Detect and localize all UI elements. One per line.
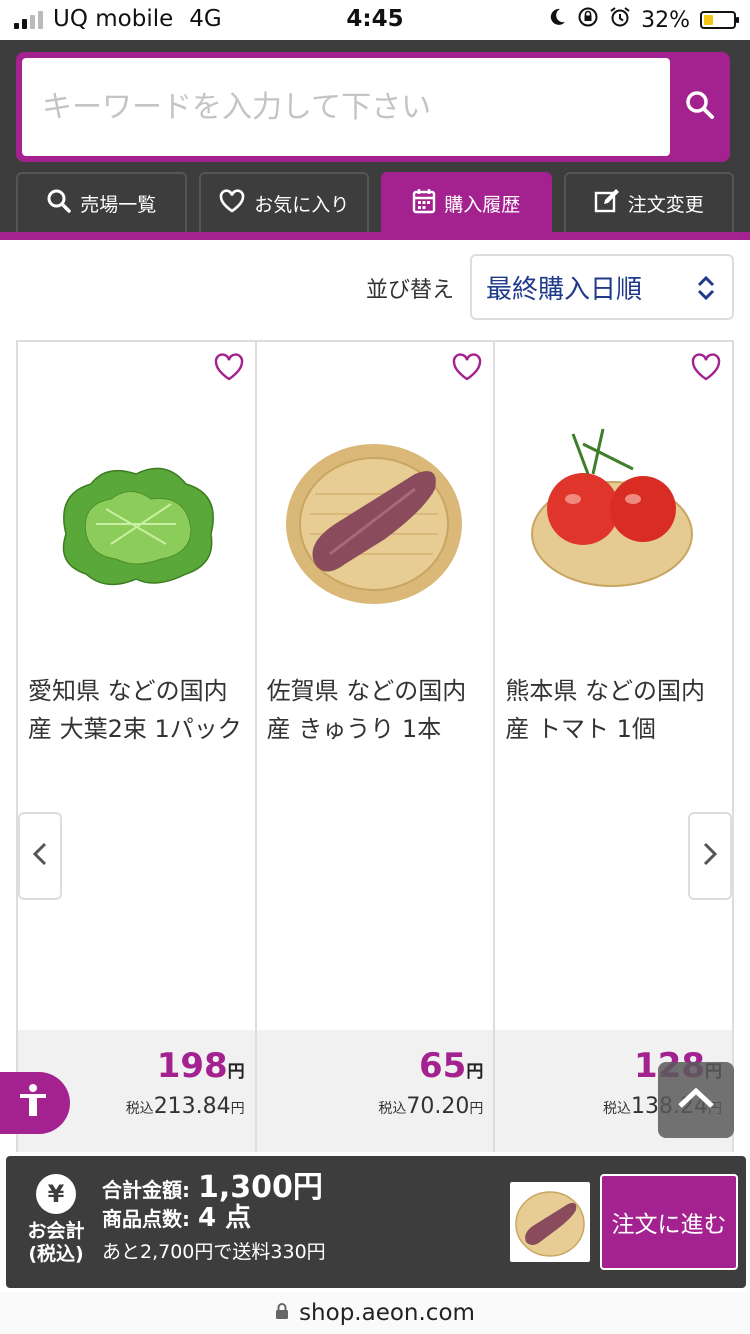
chevron-left-icon: [32, 841, 48, 871]
cart-product-thumbnail[interactable]: [510, 1182, 590, 1262]
tab-label: 購入履歴: [444, 193, 521, 216]
price: 65円: [419, 1046, 483, 1086]
tab-label: 売場一覧: [80, 193, 157, 216]
lock-icon: [275, 1300, 289, 1326]
product-name[interactable]: 佐賀県 などの国内産 きゅうり 1本: [267, 672, 485, 748]
product-name[interactable]: 愛知県 などの国内産 大葉2束 1パック: [28, 672, 246, 748]
product-image[interactable]: [275, 414, 473, 634]
heart-icon[interactable]: [451, 352, 483, 386]
product-name[interactable]: 熊本県 などの国内産 トマト 1個: [505, 672, 723, 748]
total-label: 合計金額:: [102, 1178, 190, 1202]
search-button[interactable]: [670, 52, 730, 162]
carousel-prev-button[interactable]: [18, 812, 62, 900]
price-value: 198: [156, 1046, 228, 1086]
cart-bar: ¥ お会計 (税込) 合計金額: 1,300円 商品点数: 4 点 あと2,70…: [6, 1156, 746, 1288]
price: 198円: [157, 1046, 245, 1086]
yen-unit: 円: [469, 1101, 484, 1117]
chevron-right-icon: [702, 841, 718, 871]
search-icon: [684, 89, 716, 125]
product-carousel: 愛知県 などの国内産 大葉2束 1パック 198円 税込213.84円 佐賀県 …: [16, 340, 734, 1152]
accessibility-icon: [17, 1083, 49, 1123]
cart-count-line: 商品点数: 4 点: [102, 1204, 326, 1233]
cart-info: 合計金額: 1,300円 商品点数: 4 点 あと2,700円で送料330円: [102, 1170, 326, 1264]
tax-label: 税込: [125, 1101, 154, 1117]
yen-unit: 円: [230, 1101, 245, 1117]
cart-summary-icon: ¥ お会計 (税込): [20, 1174, 92, 1266]
battery-icon: [700, 11, 739, 29]
product-image[interactable]: [36, 414, 234, 634]
shipping-note: あと2,700円で送料330円: [102, 1241, 326, 1263]
url-bar[interactable]: shop.aeon.com: [0, 1292, 750, 1334]
status-right: 32%: [547, 6, 739, 34]
url-text: shop.aeon.com: [299, 1300, 475, 1326]
chevron-up-icon: [676, 1086, 716, 1114]
battery-percent: 32%: [641, 7, 690, 33]
alarm-icon: [609, 6, 631, 34]
heart-icon[interactable]: [213, 352, 245, 386]
product-card[interactable]: 愛知県 などの国内産 大葉2束 1パック 198円 税込213.84円: [18, 342, 257, 1152]
cart-label: お会計 (税込): [27, 1220, 85, 1265]
tab-label: お気に入り: [254, 193, 350, 216]
tax-price-value: 213.84: [153, 1094, 231, 1119]
tab-bar: 売場一覧 お気に入り 購入履歴 注文変更: [16, 172, 734, 232]
total-value: 1,300円: [198, 1170, 323, 1205]
moon-icon: [547, 7, 567, 33]
tax-price-value: 70.20: [406, 1094, 470, 1119]
tab-label: 注文変更: [627, 193, 704, 216]
count-label: 商品点数:: [102, 1207, 190, 1231]
count-value: 4 点: [198, 1203, 252, 1233]
sort-value: 最終購入日順: [486, 274, 643, 305]
tab-favorites[interactable]: お気に入り: [198, 172, 369, 232]
price-area: 65円 税込70.20円: [256, 1030, 494, 1152]
carousel-next-button[interactable]: [688, 812, 732, 900]
price-tax-included: 税込70.20円: [378, 1094, 483, 1119]
tax-label: 税込: [378, 1101, 407, 1117]
product-card[interactable]: 熊本県 などの国内産 トマト 1個 128円 税込138.24円: [495, 342, 733, 1152]
tab-purchase-history[interactable]: 購入履歴: [381, 172, 552, 232]
sort-row: 並び替え 最終購入日順: [0, 252, 750, 320]
tab-store-list[interactable]: 売場一覧: [16, 172, 187, 232]
edit-icon: [594, 188, 620, 219]
search-bar: [16, 52, 730, 162]
yen-icon: ¥: [36, 1174, 76, 1214]
checkout-button[interactable]: 注文に進む: [600, 1174, 738, 1270]
price-value: 65: [419, 1046, 467, 1086]
product-card[interactable]: 佐賀県 などの国内産 きゅうり 1本 65円 税込70.20円: [256, 342, 496, 1152]
price-tax-included: 税込213.84円: [126, 1094, 245, 1119]
tab-order-change[interactable]: 注文変更: [563, 172, 734, 232]
heart-icon[interactable]: [690, 352, 722, 386]
search-icon: [46, 188, 72, 219]
chevron-updown-icon: [696, 274, 716, 306]
heart-icon: [218, 188, 246, 219]
yen-unit: 円: [227, 1062, 245, 1082]
search-input[interactable]: [22, 58, 670, 156]
cart-total-line: 合計金額: 1,300円: [102, 1170, 326, 1205]
product-image[interactable]: [513, 414, 711, 634]
status-bar: UQ mobile 4G 4:45 32%: [0, 0, 750, 40]
yen-unit: 円: [466, 1062, 484, 1082]
scroll-to-top-button[interactable]: [658, 1062, 734, 1138]
sort-select[interactable]: 最終購入日順: [470, 254, 734, 320]
sort-label: 並び替え: [366, 278, 455, 303]
rotation-lock-icon: [577, 6, 599, 34]
calendar-icon: [412, 188, 436, 219]
accessibility-button[interactable]: [0, 1072, 70, 1134]
tax-label: 税込: [603, 1101, 632, 1117]
header: 売場一覧 お気に入り 購入履歴 注文変更: [0, 40, 750, 240]
header-accent-line: [0, 232, 750, 240]
